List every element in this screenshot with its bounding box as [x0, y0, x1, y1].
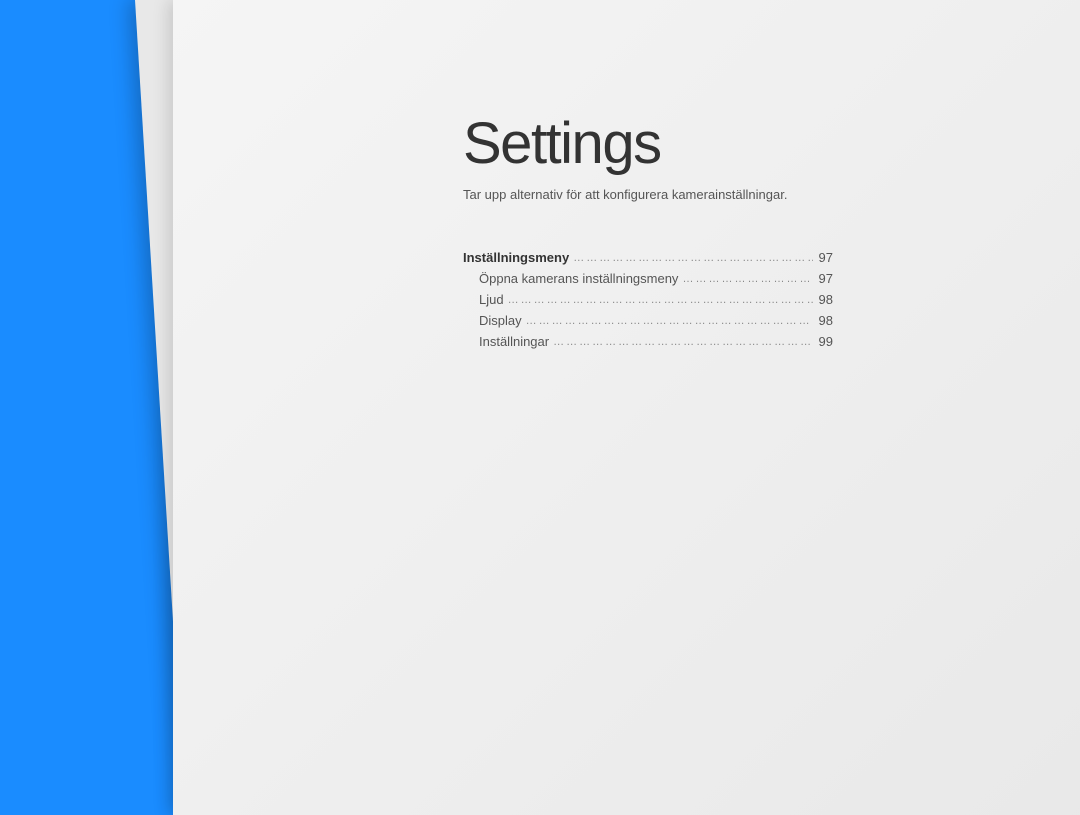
- page-subtitle: Tar upp alternativ för att konfigurera k…: [463, 187, 1080, 202]
- toc-page-number: 99: [813, 334, 833, 349]
- toc-row: Display 98: [463, 313, 833, 328]
- toc-page-number: 98: [813, 313, 833, 328]
- toc-label: Inställningar: [479, 334, 549, 349]
- toc-leader: [678, 273, 813, 285]
- document-page: Settings Tar upp alternativ för att konf…: [173, 0, 1080, 815]
- toc-row: Öppna kamerans inställningsmeny 97: [463, 271, 833, 286]
- toc-row: Ljud 98: [463, 292, 833, 307]
- toc-row: Inställningar 99: [463, 334, 833, 349]
- toc-leader: [569, 252, 813, 264]
- toc-label: Display: [479, 313, 522, 328]
- toc-label: Ljud: [479, 292, 504, 307]
- toc-leader: [504, 294, 813, 306]
- toc-page-number: 97: [813, 271, 833, 286]
- toc-label: Öppna kamerans inställningsmeny: [479, 271, 678, 286]
- toc-row: Inställningsmeny 97: [463, 250, 833, 265]
- page-title: Settings: [463, 110, 1080, 177]
- toc-page-number: 98: [813, 292, 833, 307]
- toc-leader: [522, 315, 813, 327]
- toc-label: Inställningsmeny: [463, 250, 569, 265]
- toc-leader: [549, 336, 813, 348]
- toc-page-number: 97: [813, 250, 833, 265]
- table-of-contents: Inställningsmeny 97 Öppna kamerans instä…: [463, 250, 833, 349]
